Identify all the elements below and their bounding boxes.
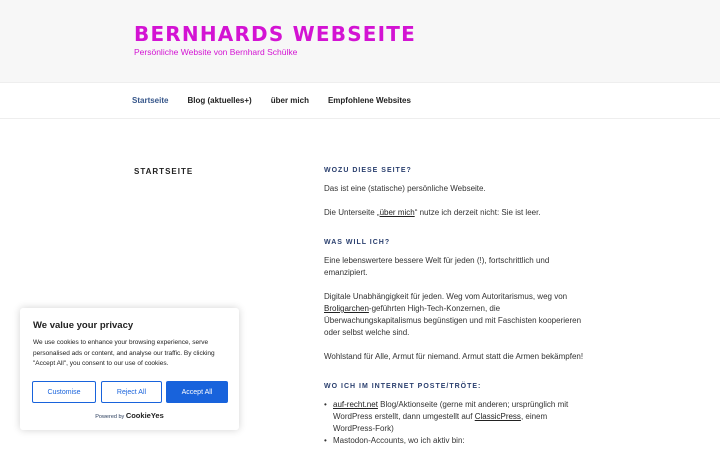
accept-all-button[interactable]: Accept All [166,381,228,403]
customise-button[interactable]: Customise [32,381,96,403]
text-digital-pre: Digitale Unabhängigkeit für jeden. Weg v… [324,292,568,301]
paragraph-wohlstand: Wohlstand für Alle, Armut für niemand. A… [324,352,584,361]
site-header: BERNHARDS WEBSEITE Persönliche Website v… [0,0,720,83]
cookie-consent-banner: We value your privacy We use cookies to … [20,308,239,430]
list-item: auf-recht.net Blog/Aktionseite (gerne mi… [324,399,586,435]
page-content: WOZU DIESE SEITE? Das ist eine (statisch… [324,165,586,447]
page-title: STARTSEITE [134,167,194,176]
paragraph-digital: Digitale Unabhängigkeit für jeden. Weg v… [324,291,586,339]
main-navigation: Startseite Blog (aktuelles+) über mich E… [0,83,720,119]
paragraph-intro: Das ist eine (statische) persönliche Web… [324,183,586,195]
link-classicpress[interactable]: ClassicPress [475,412,521,421]
link-auf-recht[interactable]: auf-recht.net [333,400,378,409]
powered-by-text: Powered by [95,414,125,420]
site-description: Persönliche Website von Bernhard Schülke [134,47,298,57]
heading-was-will-ich: WAS WILL ICH? [324,239,391,246]
reject-all-button[interactable]: Reject All [101,381,162,403]
text-unterseite-pre: Die Unterseite „ [324,208,380,217]
text-unterseite-post: “ nutze ich derzeit nicht: Sie ist leer. [414,208,541,217]
paragraph-unterseite: Die Unterseite „über mich“ nutze ich der… [324,207,586,219]
cookieyes-logo[interactable]: CookieYes [126,411,164,420]
paragraph-welt: Eine lebenswertere bessere Welt für jede… [324,256,550,277]
nav-item-ueber-mich[interactable]: über mich [271,96,309,105]
link-ueber-mich[interactable]: über mich [380,208,415,217]
site-title[interactable]: BERNHARDS WEBSEITE [134,22,416,46]
link-broligarchen[interactable]: Broligarchen [324,304,369,313]
nav-list: Startseite Blog (aktuelles+) über mich E… [132,96,430,105]
nav-item-empfohlene-websites[interactable]: Empfohlene Websites [328,96,411,105]
heading-wo-poste-ich: WO ICH IM INTERNET POSTE/TRÖTE: [324,383,482,390]
cookie-title: We value your privacy [33,320,134,331]
cookie-description: We use cookies to enhance your browsing … [33,339,215,367]
heading-wozu: WOZU DIESE SEITE? [324,167,412,174]
list-item: Mastodon-Accounts, wo ich aktiv bin: [324,435,586,447]
text-intro: Das ist eine (statische) persönliche Web… [324,184,486,193]
internet-list: auf-recht.net Blog/Aktionseite (gerne mi… [324,399,586,447]
cookie-powered-by: Powered by CookieYes [20,411,239,420]
nav-item-startseite[interactable]: Startseite [132,96,168,105]
nav-item-blog[interactable]: Blog (aktuelles+) [187,96,251,105]
